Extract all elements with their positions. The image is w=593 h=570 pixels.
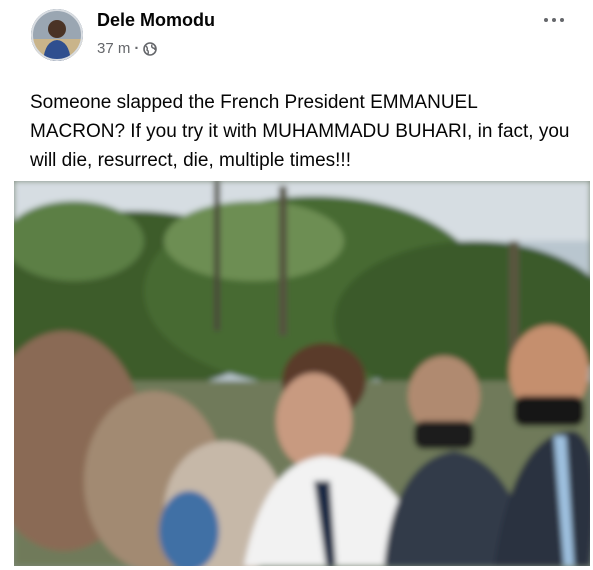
- more-options-icon[interactable]: [536, 12, 572, 28]
- post-text: Someone slapped the French President EMM…: [30, 92, 570, 171]
- post-meta: 37 m ·: [97, 40, 158, 57]
- author-name[interactable]: Dele Momodu: [97, 10, 215, 31]
- post-video-still[interactable]: [14, 181, 590, 566]
- post-timestamp[interactable]: 37 m: [97, 40, 130, 57]
- meta-separator: ·: [134, 40, 140, 57]
- globe-icon[interactable]: [143, 41, 158, 56]
- author-avatar[interactable]: [31, 9, 83, 61]
- facebook-post: Dele Momodu 37 m · Someone slapped the F…: [0, 0, 593, 570]
